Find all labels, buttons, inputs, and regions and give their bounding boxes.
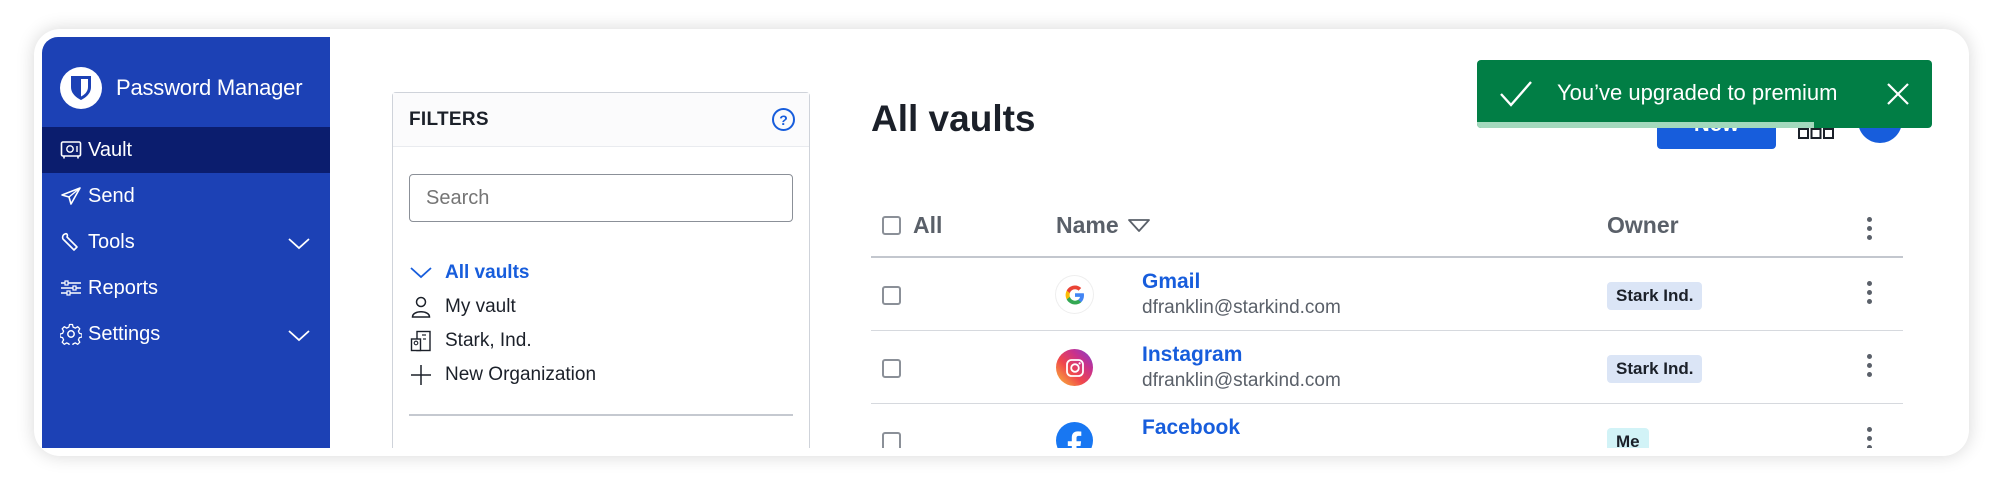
vault-filter-label: All vaults (445, 262, 530, 283)
page-title: All vaults (871, 98, 1036, 139)
help-icon[interactable]: ? (772, 108, 795, 131)
sidebar-item-label: Reports (88, 276, 159, 299)
vault-filter-my-vault[interactable]: My vault (409, 290, 793, 324)
app-name: Password Manager (116, 75, 303, 100)
send-icon (60, 185, 82, 207)
owner-badge: Stark Ind. (1607, 282, 1703, 310)
sidebar-item-settings[interactable]: Settings (42, 311, 330, 357)
brand[interactable]: Password Manager (60, 67, 303, 109)
vault-filter-label: My vault (445, 296, 516, 317)
item-username: dfranklin@starkind.com (1142, 370, 1341, 391)
vault-filter-stark-ind[interactable]: Stark, Ind. (409, 324, 793, 358)
instagram-icon (1056, 349, 1093, 386)
sidebar-item-label: Settings (88, 322, 161, 345)
row-checkbox[interactable] (882, 359, 901, 378)
shield-logo-icon (60, 67, 102, 109)
facebook-icon (1056, 422, 1093, 448)
chevron-down-icon[interactable] (288, 325, 310, 348)
item-username: dfranklin@starkind.com (1142, 297, 1341, 318)
col-owner-label: Owner (1607, 212, 1679, 238)
filters-header: FILTERS (393, 93, 809, 147)
vault-filter-all-vaults[interactable]: All vaults (409, 256, 793, 290)
chevron-down-icon (409, 261, 433, 285)
vault-icon (60, 139, 82, 161)
organization-icon (409, 329, 433, 353)
row-options-icon[interactable] (1867, 354, 1873, 378)
col-owner-header: Owner (1607, 212, 1679, 239)
divider (409, 414, 793, 416)
col-name-header[interactable]: Name (1056, 212, 1150, 239)
user-icon (409, 295, 433, 319)
checkmark-icon (1499, 80, 1533, 113)
chevron-down-icon[interactable] (288, 233, 310, 256)
vault-filter-label: New Organization (445, 364, 597, 385)
vault-table: All Name Owner Gmail dfranklin@starkind.… (871, 197, 1903, 448)
sidebar: Password Manager Vault Send Tools Report… (42, 37, 330, 448)
sliders-icon (60, 277, 82, 299)
col-all-label: All (913, 212, 943, 238)
owner-badge: Stark Ind. (1607, 355, 1703, 383)
row-options-icon[interactable] (1867, 281, 1873, 305)
close-icon[interactable] (1886, 82, 1910, 111)
sidebar-item-send[interactable]: Send (42, 173, 330, 219)
google-icon (1056, 276, 1093, 313)
item-name-link[interactable]: Instagram (1142, 343, 1242, 367)
product-switcher-icon[interactable] (1798, 127, 1834, 146)
gear-icon (60, 323, 82, 345)
select-all-checkbox[interactable] (882, 216, 901, 235)
sidebar-item-label: Tools (88, 230, 135, 253)
row-checkbox[interactable] (882, 286, 901, 305)
row-checkbox[interactable] (882, 432, 901, 448)
search-input[interactable] (409, 174, 793, 222)
wrench-icon (60, 231, 82, 253)
sidebar-item-label: Vault (88, 138, 133, 161)
sidebar-nav: Vault Send Tools Reports Settings (42, 127, 330, 357)
owner-badge: Me (1607, 428, 1649, 448)
sidebar-item-tools[interactable]: Tools (42, 219, 330, 265)
sidebar-item-vault[interactable]: Vault (42, 127, 330, 173)
toast-progress-bar (1477, 122, 1814, 128)
table-header: All Name Owner (871, 197, 1903, 258)
row-options-icon[interactable] (1867, 427, 1873, 448)
success-toast: You’ve upgraded to premium (1477, 60, 1932, 128)
sidebar-item-label: Send (88, 184, 135, 207)
vault-filter-list: All vaults My vault Stark, Ind. New Orga… (409, 256, 793, 392)
select-all[interactable]: All (882, 212, 942, 239)
table-options-icon[interactable] (1867, 217, 1872, 244)
item-name-link[interactable]: Facebook (1142, 416, 1240, 440)
table-row[interactable]: Instagram dfranklin@starkind.com Stark I… (871, 331, 1903, 404)
vault-filter-label: Stark, Ind. (445, 330, 532, 351)
toast-message: You’ve upgraded to premium (1557, 80, 1838, 105)
filters-panel: FILTERS ? All vaults My vault Stark (392, 92, 810, 448)
vault-filter-new-organization[interactable]: New Organization (409, 358, 793, 392)
item-name-link[interactable]: Gmail (1142, 270, 1200, 294)
plus-icon (409, 363, 433, 387)
filters-title: FILTERS (409, 108, 489, 130)
col-name-label: Name (1056, 212, 1119, 238)
sort-descending-icon[interactable] (1127, 218, 1150, 233)
table-row[interactable]: Facebook Me (871, 404, 1903, 448)
table-row[interactable]: Gmail dfranklin@starkind.com Stark Ind. (871, 258, 1903, 331)
sidebar-item-reports[interactable]: Reports (42, 265, 330, 311)
